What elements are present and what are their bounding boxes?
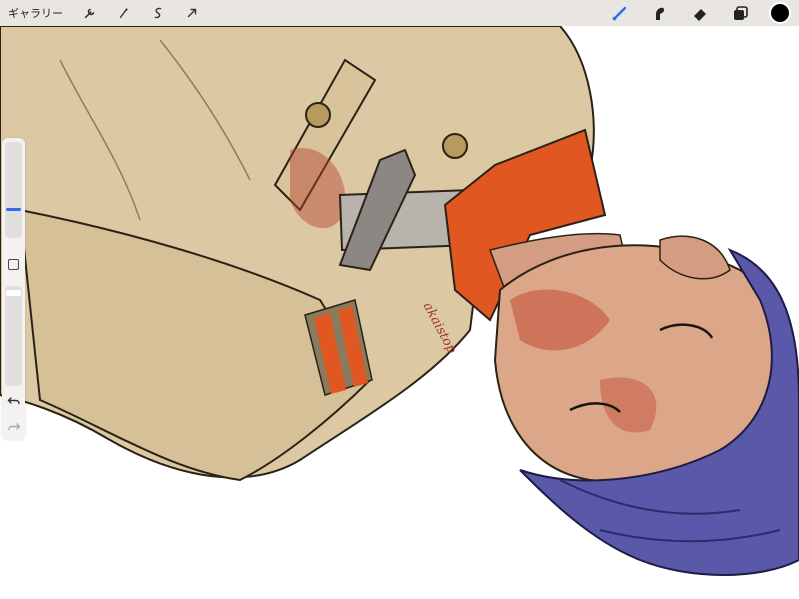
- transform-arrow-icon[interactable]: [183, 4, 201, 22]
- modify-button[interactable]: [8, 259, 19, 270]
- selection-icon[interactable]: [149, 4, 167, 22]
- redo-icon[interactable]: [7, 420, 21, 434]
- gallery-button[interactable]: ギャラリー: [8, 5, 63, 21]
- coat-button: [442, 133, 468, 159]
- left-sidebar: [2, 138, 25, 440]
- opacity-slider[interactable]: [5, 286, 22, 386]
- wrench-icon[interactable]: [81, 4, 99, 22]
- drawing-canvas[interactable]: [0, 26, 799, 599]
- brush-icon[interactable]: [609, 2, 631, 24]
- color-swatch-icon[interactable]: [769, 2, 791, 24]
- top-toolbar: ギャラリー: [0, 0, 799, 26]
- layers-icon[interactable]: [729, 2, 751, 24]
- smudge-icon[interactable]: [649, 2, 671, 24]
- brush-size-slider[interactable]: [5, 142, 22, 238]
- magic-wand-icon[interactable]: [115, 4, 133, 22]
- brush-size-thumb[interactable]: [6, 208, 21, 211]
- opacity-thumb[interactable]: [6, 290, 21, 296]
- undo-icon[interactable]: [7, 394, 21, 408]
- coat-button: [305, 102, 331, 128]
- eraser-icon[interactable]: [689, 2, 711, 24]
